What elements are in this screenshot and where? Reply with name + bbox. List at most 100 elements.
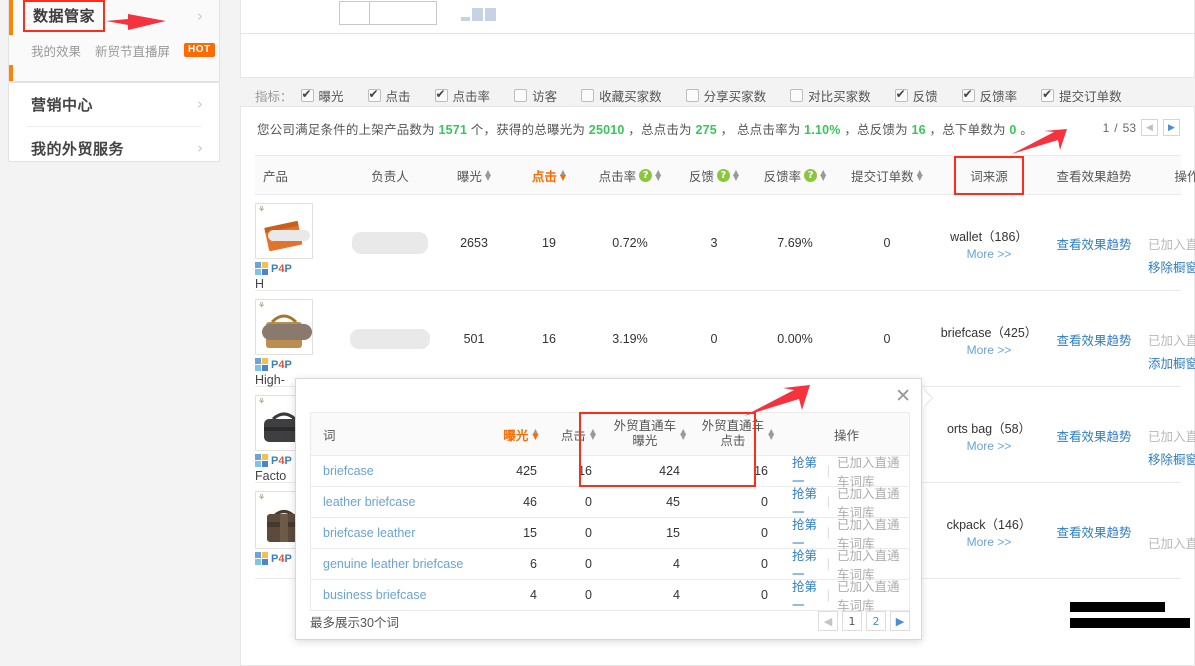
view-trend-link[interactable]: 查看效果趋势 bbox=[1056, 426, 1131, 445]
view-trend-link[interactable]: 查看效果趋势 bbox=[1056, 234, 1131, 253]
op-showcase-link[interactable]: 添加橱窗产品 bbox=[1148, 353, 1195, 372]
th-submitted-orders[interactable]: 提交订单数 ▲ ▼ bbox=[837, 166, 937, 185]
checkbox-icon[interactable] bbox=[514, 88, 528, 102]
sort-icon[interactable]: ▲ ▼ bbox=[917, 169, 923, 182]
word-source-more-link[interactable]: More >> bbox=[967, 535, 1012, 549]
cell-view-trend[interactable]: 查看效果趋势 bbox=[1041, 483, 1147, 579]
sidebar-item-my-trade-services[interactable]: 我的外贸服务 › bbox=[9, 127, 219, 170]
cell-word-source[interactable]: orts bag（58） More >> bbox=[937, 387, 1041, 483]
summary-t4: ， 总点击率为 bbox=[720, 123, 801, 137]
pth-label-line1: 外贸直通车 bbox=[701, 419, 765, 433]
pth-label: 词 bbox=[323, 428, 336, 443]
metric-checkbox-clicks[interactable]: 点击 bbox=[367, 86, 411, 105]
popup-pager-page-1[interactable]: 1 bbox=[842, 611, 862, 631]
cell-operations: 编辑 已加入直通车 移除橱窗产品 bbox=[1147, 195, 1195, 291]
product-title[interactable]: High- bbox=[255, 373, 285, 387]
cell-product[interactable]: ⚘ P4P H bbox=[255, 195, 345, 291]
th-feedback[interactable]: 反馈 ? ▲ ▼ bbox=[675, 166, 753, 185]
metric-checkbox-compare-buyers[interactable]: 对比买家数 bbox=[790, 86, 871, 105]
word-source-more-link[interactable]: More >> bbox=[967, 439, 1012, 453]
metric-checkbox-feedback-rate[interactable]: 反馈率 bbox=[961, 86, 1017, 105]
pth-p4p-impressions[interactable]: 外贸直通车 曝光 ▲ ▼ bbox=[606, 419, 694, 449]
sidebar-sublink-my-performance[interactable]: 我的效果 bbox=[31, 41, 81, 60]
product-title[interactable]: Facto bbox=[255, 469, 286, 483]
metric-checkbox-visitors[interactable]: 访客 bbox=[514, 86, 557, 105]
popup-keyword-link[interactable]: briefcase bbox=[311, 464, 491, 478]
th-word-source[interactable]: 词来源 bbox=[937, 155, 1041, 195]
cell-word-source[interactable]: wallet（186） More >> bbox=[937, 195, 1041, 291]
metric-checkbox-ctr[interactable]: 点击率 bbox=[434, 86, 490, 105]
popup-keyword-link[interactable]: briefcase leather bbox=[311, 526, 491, 540]
popup-keyword-link[interactable]: genuine leather briefcase bbox=[311, 557, 491, 571]
pth-p4p-clicks[interactable]: 外贸直通车 点击 ▲ ▼ bbox=[694, 419, 782, 449]
sort-icon[interactable]: ▲ ▼ bbox=[655, 169, 661, 182]
product-thumbnail[interactable]: ⚘ bbox=[255, 203, 313, 260]
op-showcase-link[interactable]: 移除橱窗产品 bbox=[1148, 257, 1195, 276]
cell-view-trend[interactable]: 查看效果趋势 bbox=[1041, 195, 1147, 291]
sort-icon-active[interactable]: ▲ ▼ bbox=[560, 169, 566, 182]
th-label: 曝光 bbox=[456, 169, 482, 184]
popup-keyword-link[interactable]: leather briefcase bbox=[311, 495, 491, 509]
sidebar-item-marketing-center[interactable]: 营销中心 › bbox=[9, 83, 219, 126]
sort-icon[interactable]: ▲ ▼ bbox=[820, 169, 826, 182]
sort-icon[interactable]: ▲ ▼ bbox=[768, 428, 774, 441]
op-showcase-link[interactable]: 移除橱窗产品 bbox=[1148, 449, 1195, 468]
hot-badge: HOT bbox=[184, 43, 215, 57]
metric-checkbox-impressions[interactable]: 曝光 bbox=[300, 86, 344, 105]
metric-checkbox-submitted-orders[interactable]: 提交订单数 bbox=[1041, 86, 1122, 105]
word-source-more-link[interactable]: More >> bbox=[967, 247, 1012, 261]
help-icon[interactable]: ? bbox=[639, 168, 653, 182]
help-icon[interactable]: ? bbox=[804, 168, 818, 182]
th-ctr[interactable]: 点击率 ? ▲ ▼ bbox=[585, 166, 675, 185]
sort-icon[interactable]: ▲ ▼ bbox=[733, 169, 739, 182]
sidebar-sublink-live-screen[interactable]: 新贸节直播屏 bbox=[95, 41, 170, 60]
metric-checkbox-favorite-buyers[interactable]: 收藏买家数 bbox=[581, 86, 662, 105]
checkbox-icon[interactable] bbox=[685, 88, 699, 102]
word-source-more-link[interactable]: More >> bbox=[967, 343, 1012, 357]
cell-owner bbox=[345, 195, 435, 291]
metric-label: 收藏买家数 bbox=[599, 89, 662, 104]
product-title[interactable]: H bbox=[255, 277, 264, 291]
cell-product[interactable]: ⚘ P4P High- bbox=[255, 291, 345, 387]
pth-impressions[interactable]: 曝光 ▲ ▼ bbox=[491, 425, 551, 444]
th-clicks[interactable]: 点击 ▲ ▼ bbox=[513, 166, 585, 185]
popup-p4p-impressions: 4 bbox=[673, 557, 680, 571]
close-icon[interactable]: ✕ bbox=[895, 387, 911, 406]
pager-next-button[interactable]: ▶ bbox=[1163, 119, 1180, 136]
checkbox-icon[interactable] bbox=[894, 87, 908, 102]
cell-view-trend[interactable]: 查看效果趋势 bbox=[1041, 387, 1147, 483]
sort-icon[interactable]: ▲ ▼ bbox=[680, 428, 686, 441]
checkbox-icon[interactable] bbox=[961, 87, 975, 102]
view-trend-link[interactable]: 查看效果趋势 bbox=[1056, 330, 1131, 349]
sort-icon[interactable]: ▲ ▼ bbox=[485, 169, 491, 182]
sort-icon[interactable]: ▲ ▼ bbox=[590, 428, 596, 441]
popup-pager-next-button[interactable]: ▶ bbox=[890, 611, 910, 631]
pth-clicks[interactable]: 点击 ▲ ▼ bbox=[551, 425, 606, 444]
metric-checkbox-share-buyers[interactable]: 分享买家数 bbox=[685, 86, 766, 105]
product-thumbnail[interactable]: ⚘ bbox=[255, 299, 313, 356]
checkbox-icon[interactable] bbox=[434, 87, 448, 102]
metric-checkbox-feedback[interactable]: 反馈 bbox=[894, 86, 938, 105]
popup-pager-prev-button[interactable]: ◀ bbox=[818, 611, 838, 631]
th-feedback-rate[interactable]: 反馈率 ? ▲ ▼ bbox=[753, 166, 837, 185]
view-trend-link[interactable]: 查看效果趋势 bbox=[1056, 522, 1131, 541]
checkbox-icon[interactable] bbox=[1041, 87, 1055, 102]
cell-word-source[interactable]: ckpack（146） More >> bbox=[937, 483, 1041, 579]
popup-pager-page-2[interactable]: 2 bbox=[866, 611, 886, 631]
help-icon[interactable]: ? bbox=[716, 168, 730, 182]
filter-input-2[interactable] bbox=[369, 1, 437, 25]
sort-icon-active[interactable]: ▲ ▼ bbox=[532, 428, 538, 441]
pager-prev-button[interactable]: ◀ bbox=[1141, 119, 1158, 136]
cell-view-trend[interactable]: 查看效果趋势 bbox=[1041, 291, 1147, 387]
grab-first-link[interactable]: 抢第一 bbox=[792, 576, 820, 614]
checkbox-icon[interactable] bbox=[790, 88, 804, 102]
checkbox-icon[interactable] bbox=[367, 87, 381, 102]
metrics-label: 指标： bbox=[255, 89, 293, 104]
cell-feedback: 0 bbox=[710, 332, 718, 346]
cell-word-source[interactable]: briefcase（425） More >> bbox=[937, 291, 1041, 387]
checkbox-icon[interactable] bbox=[300, 87, 314, 102]
th-impressions[interactable]: 曝光 ▲ ▼ bbox=[435, 166, 513, 185]
checkbox-icon[interactable] bbox=[581, 88, 595, 102]
popup-keyword-link[interactable]: business briefcase bbox=[311, 588, 491, 602]
cell-feedback-rate: 7.69% bbox=[777, 236, 813, 250]
